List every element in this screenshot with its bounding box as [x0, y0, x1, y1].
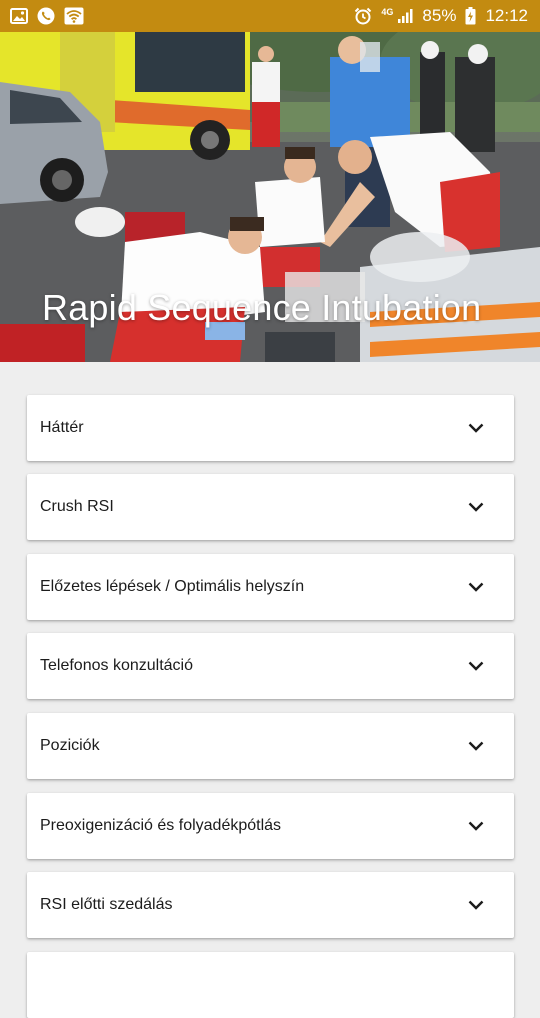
accordion-item-partial[interactable]: [27, 952, 514, 1018]
signal-4g-icon: [397, 8, 413, 24]
phone-icon: [37, 7, 55, 25]
clock-time: 12:12: [485, 6, 528, 25]
accordion-item-rsi-elotti-szedalas[interactable]: RSI előtti szedálás: [27, 872, 514, 938]
accordion-item-label: Preoxigenizáció és folyadékpótlás: [40, 817, 282, 834]
chevron-down-icon[interactable]: [468, 582, 484, 592]
accordion-item-label: Crush RSI: [40, 498, 114, 515]
chevron-down-icon[interactable]: [468, 661, 484, 671]
status-bar-right: 4G 85% 12:12: [354, 6, 528, 26]
battery-icon: [465, 7, 476, 25]
accordion-item-poziciok[interactable]: Poziciók: [27, 713, 514, 779]
accordion-item-telefonos-konzultacio[interactable]: Telefonos konzultáció: [27, 633, 514, 699]
alarm-icon: [354, 7, 372, 25]
section-list: Háttér Crush RSI Előzetes lépések / Opti…: [0, 362, 540, 1018]
status-bar: 4G 85% 12:12: [0, 0, 540, 32]
image-icon: [10, 8, 28, 24]
wifi-icon: [64, 7, 84, 25]
accordion-item-label: Háttér: [40, 419, 84, 436]
accordion-item-label: RSI előtti szedálás: [40, 896, 173, 913]
page-title: Rapid Sequence Intubation: [42, 287, 482, 328]
chevron-down-icon[interactable]: [468, 502, 484, 512]
accordion-item-label: Telefonos konzultáció: [40, 657, 193, 674]
accordion-item-crush-rsi[interactable]: Crush RSI: [27, 474, 514, 540]
accordion-item-label: Előzetes lépések / Optimális helyszín: [40, 578, 305, 595]
battery-percentage: 85%: [422, 6, 457, 25]
chevron-down-icon[interactable]: [468, 741, 484, 751]
chevron-down-icon[interactable]: [468, 900, 484, 910]
status-bar-left: [10, 7, 84, 25]
accordion-item-label: Poziciók: [40, 737, 100, 754]
chevron-down-icon[interactable]: [468, 821, 484, 831]
accordion-item-hatter[interactable]: Háttér: [27, 395, 514, 461]
accordion-item-elozetes-lepesek[interactable]: Előzetes lépések / Optimális helyszín: [27, 554, 514, 620]
hero-banner: Rapid Sequence Intubation: [0, 32, 540, 362]
accordion-item-preoxigenizacio[interactable]: Preoxigenizáció és folyadékpótlás: [27, 793, 514, 859]
network-type: 4G: [381, 6, 394, 17]
chevron-down-icon[interactable]: [468, 423, 484, 433]
